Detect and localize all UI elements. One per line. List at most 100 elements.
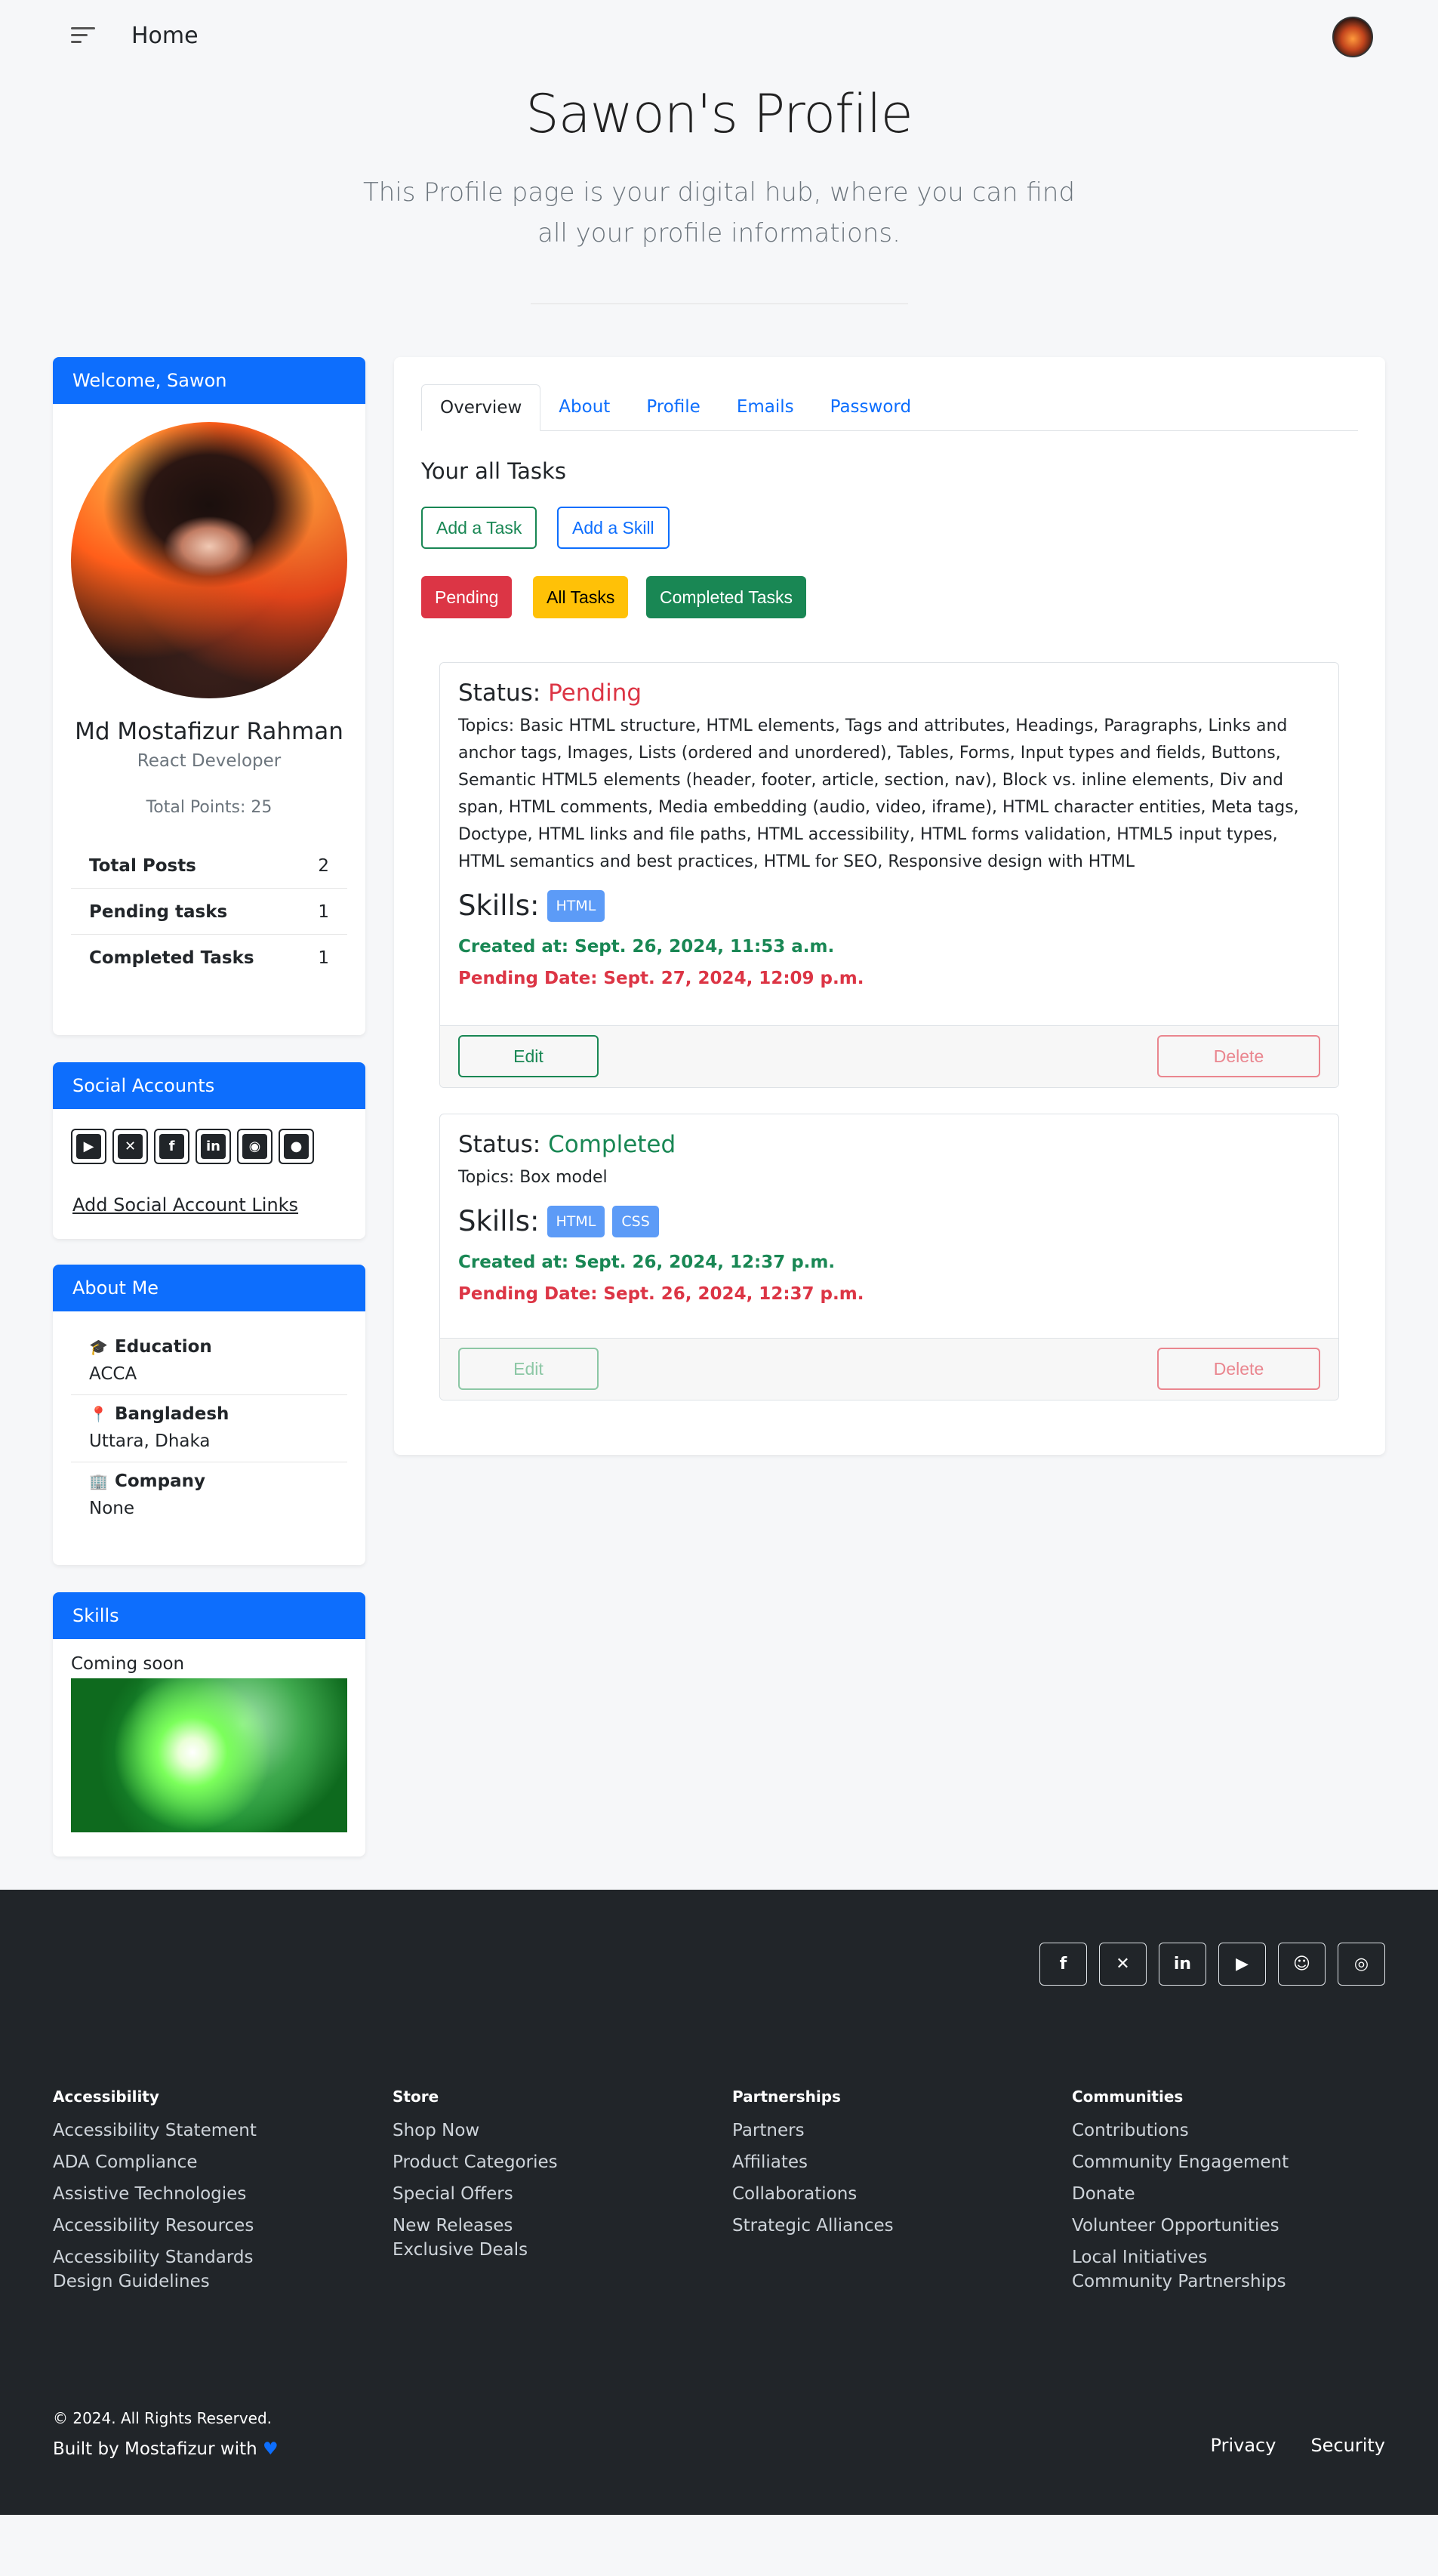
- about-item-location: 📍 Bangladesh Uttara, Dhaka: [71, 1395, 347, 1462]
- about-item-education: 🎓 Education ACCA: [71, 1328, 347, 1395]
- youtube-icon[interactable]: ▶: [71, 1129, 106, 1164]
- menu-toggle-icon[interactable]: [71, 27, 95, 44]
- stat-value: 1: [318, 902, 329, 922]
- facebook-icon[interactable]: f: [1039, 1943, 1087, 1986]
- edit-button[interactable]: Edit: [458, 1348, 599, 1390]
- linkedin-icon[interactable]: in: [1159, 1943, 1206, 1986]
- add-task-button[interactable]: Add a Task: [421, 507, 537, 549]
- portfolio-icon[interactable]: ◉: [237, 1129, 273, 1164]
- task-pending-date: Pending Date: Sept. 27, 2024, 12:09 p.m.: [458, 969, 864, 988]
- footer-link[interactable]: Accessibility Standards: [53, 2248, 370, 2267]
- footer-column-title: Partnerships: [732, 2088, 841, 2106]
- about-item-title: Company: [115, 1471, 205, 1491]
- footer-link[interactable]: ADA Compliance: [53, 2152, 370, 2172]
- footer-link[interactable]: Strategic Alliances: [732, 2216, 1049, 2236]
- status-value: Pending: [548, 679, 642, 707]
- tab-overview[interactable]: Overview: [421, 384, 541, 431]
- footer-link[interactable]: Donate: [1072, 2184, 1389, 2204]
- graduation-cap-icon: 🎓: [89, 1338, 108, 1356]
- footer-link[interactable]: Local Initiatives: [1072, 2248, 1389, 2267]
- site-footer: f ✕ in ▶ ☺ ◎ Accessibility Accessibility…: [0, 1890, 1438, 2515]
- task-card: Status: Completed Topics: Box model Skil…: [439, 1114, 1339, 1400]
- footer-link[interactable]: Exclusive Deals: [393, 2240, 710, 2260]
- skills-header: Skills: [53, 1592, 365, 1639]
- top-navbar: Home: [0, 0, 1438, 75]
- skill-badge: CSS: [612, 1205, 659, 1237]
- social-header: Social Accounts: [53, 1062, 365, 1109]
- skills-card: Skills Coming soon: [53, 1592, 365, 1857]
- edit-button[interactable]: Edit: [458, 1035, 599, 1077]
- building-icon: 🏢: [89, 1472, 108, 1490]
- dribbble-icon[interactable]: ◎: [1338, 1943, 1385, 1986]
- filter-completed-button[interactable]: Completed Tasks: [646, 576, 806, 618]
- youtube-icon[interactable]: ▶: [1218, 1943, 1266, 1986]
- add-skill-button[interactable]: Add a Skill: [557, 507, 670, 549]
- task-status: Status: Pending: [458, 679, 642, 707]
- main-content: Welcome, Sawon Md Mostafizur Rahman Reac…: [0, 304, 1438, 1890]
- footer-column-title: Communities: [1072, 2088, 1184, 2106]
- add-social-links-link[interactable]: Add Social Account Links: [72, 1194, 365, 1216]
- footer-link[interactable]: New Releases: [393, 2216, 710, 2236]
- footer-link[interactable]: Community Partnerships: [1072, 2272, 1389, 2291]
- footer-column-store: Store Shop Now Product Categories Specia…: [393, 2088, 710, 2272]
- stat-label: Total Posts: [89, 856, 196, 876]
- about-item-title: Bangladesh: [115, 1404, 229, 1424]
- footer-link[interactable]: Design Guidelines: [53, 2272, 370, 2291]
- home-link[interactable]: Home: [131, 23, 199, 49]
- user-avatar[interactable]: [1332, 17, 1373, 57]
- stat-value: 2: [318, 856, 329, 876]
- page-title: Sawon's Profile: [525, 83, 913, 145]
- delete-button[interactable]: Delete: [1157, 1035, 1320, 1077]
- filter-pending-button[interactable]: Pending: [421, 576, 513, 618]
- footer-link[interactable]: Special Offers: [393, 2184, 710, 2204]
- tab-password[interactable]: Password: [812, 384, 929, 431]
- footer-link[interactable]: Contributions: [1072, 2121, 1389, 2140]
- footer-column-title: Accessibility: [53, 2088, 159, 2106]
- privacy-link[interactable]: Privacy: [1211, 2435, 1276, 2456]
- stat-label: Pending tasks: [89, 902, 228, 922]
- filter-all-button[interactable]: All Tasks: [533, 576, 629, 618]
- footer-link[interactable]: Accessibility Statement: [53, 2121, 370, 2140]
- x-icon[interactable]: ✕: [112, 1129, 148, 1164]
- profile-role: React Developer: [137, 751, 282, 771]
- tab-about[interactable]: About: [540, 384, 628, 431]
- welcome-header: Welcome, Sawon: [53, 357, 365, 404]
- footer-link[interactable]: Partners: [732, 2121, 1049, 2140]
- footer-link[interactable]: Accessibility Resources: [53, 2216, 370, 2236]
- task-card: Status: Pending Topics: Basic HTML struc…: [439, 662, 1339, 1088]
- coming-soon-text: Coming soon: [71, 1654, 185, 1674]
- copyright-text: © 2024. All Rights Reserved.: [53, 2409, 273, 2427]
- profile-tabs: Overview About Profile Emails Password: [421, 384, 1358, 431]
- footer-social-icons: f ✕ in ▶ ☺ ◎: [1039, 1943, 1385, 1986]
- footer-column-title: Store: [393, 2088, 439, 2106]
- footer-column-communities: Communities Contributions Community Enga…: [1072, 2088, 1389, 2303]
- tab-profile[interactable]: Profile: [628, 384, 719, 431]
- page-subtitle: This Profile page is your digital hub, w…: [362, 177, 1076, 248]
- task-pending-date: Pending Date: Sept. 26, 2024, 12:37 p.m.: [458, 1284, 864, 1304]
- github-icon[interactable]: ●: [279, 1129, 314, 1164]
- footer-link[interactable]: Affiliates: [732, 2152, 1049, 2172]
- x-icon[interactable]: ✕: [1099, 1943, 1147, 1986]
- footer-link[interactable]: Volunteer Opportunities: [1072, 2216, 1389, 2236]
- about-item-value: Uttara, Dhaka: [89, 1431, 211, 1451]
- footer-link[interactable]: Product Categories: [393, 2152, 710, 2172]
- tasks-title: Your all Tasks: [421, 458, 566, 484]
- footer-link[interactable]: Collaborations: [732, 2184, 1049, 2204]
- footer-column-accessibility: Accessibility Accessibility Statement AD…: [53, 2088, 370, 2303]
- security-link[interactable]: Security: [1310, 2435, 1385, 2456]
- footer-column-partnerships: Partnerships Partners Affiliates Collabo…: [732, 2088, 1049, 2248]
- tab-emails[interactable]: Emails: [719, 384, 812, 431]
- footer-link[interactable]: Shop Now: [393, 2121, 710, 2140]
- about-header: About Me: [53, 1265, 365, 1311]
- footer-link[interactable]: Assistive Technologies: [53, 2184, 370, 2204]
- linkedin-icon[interactable]: in: [196, 1129, 231, 1164]
- footer-link[interactable]: Community Engagement: [1072, 2152, 1389, 2172]
- location-pin-icon: 📍: [89, 1405, 108, 1423]
- footer-bottom-links: Privacy Security: [1211, 2435, 1385, 2456]
- social-icon-list: ▶ ✕ f in ◉ ●: [53, 1109, 365, 1164]
- task-topics: Topics: Basic HTML structure, HTML eleme…: [458, 716, 1299, 871]
- delete-button[interactable]: Delete: [1157, 1348, 1320, 1390]
- stat-pending-tasks: Pending tasks 1: [71, 889, 347, 935]
- reddit-icon[interactable]: ☺: [1278, 1943, 1326, 1986]
- facebook-icon[interactable]: f: [154, 1129, 189, 1164]
